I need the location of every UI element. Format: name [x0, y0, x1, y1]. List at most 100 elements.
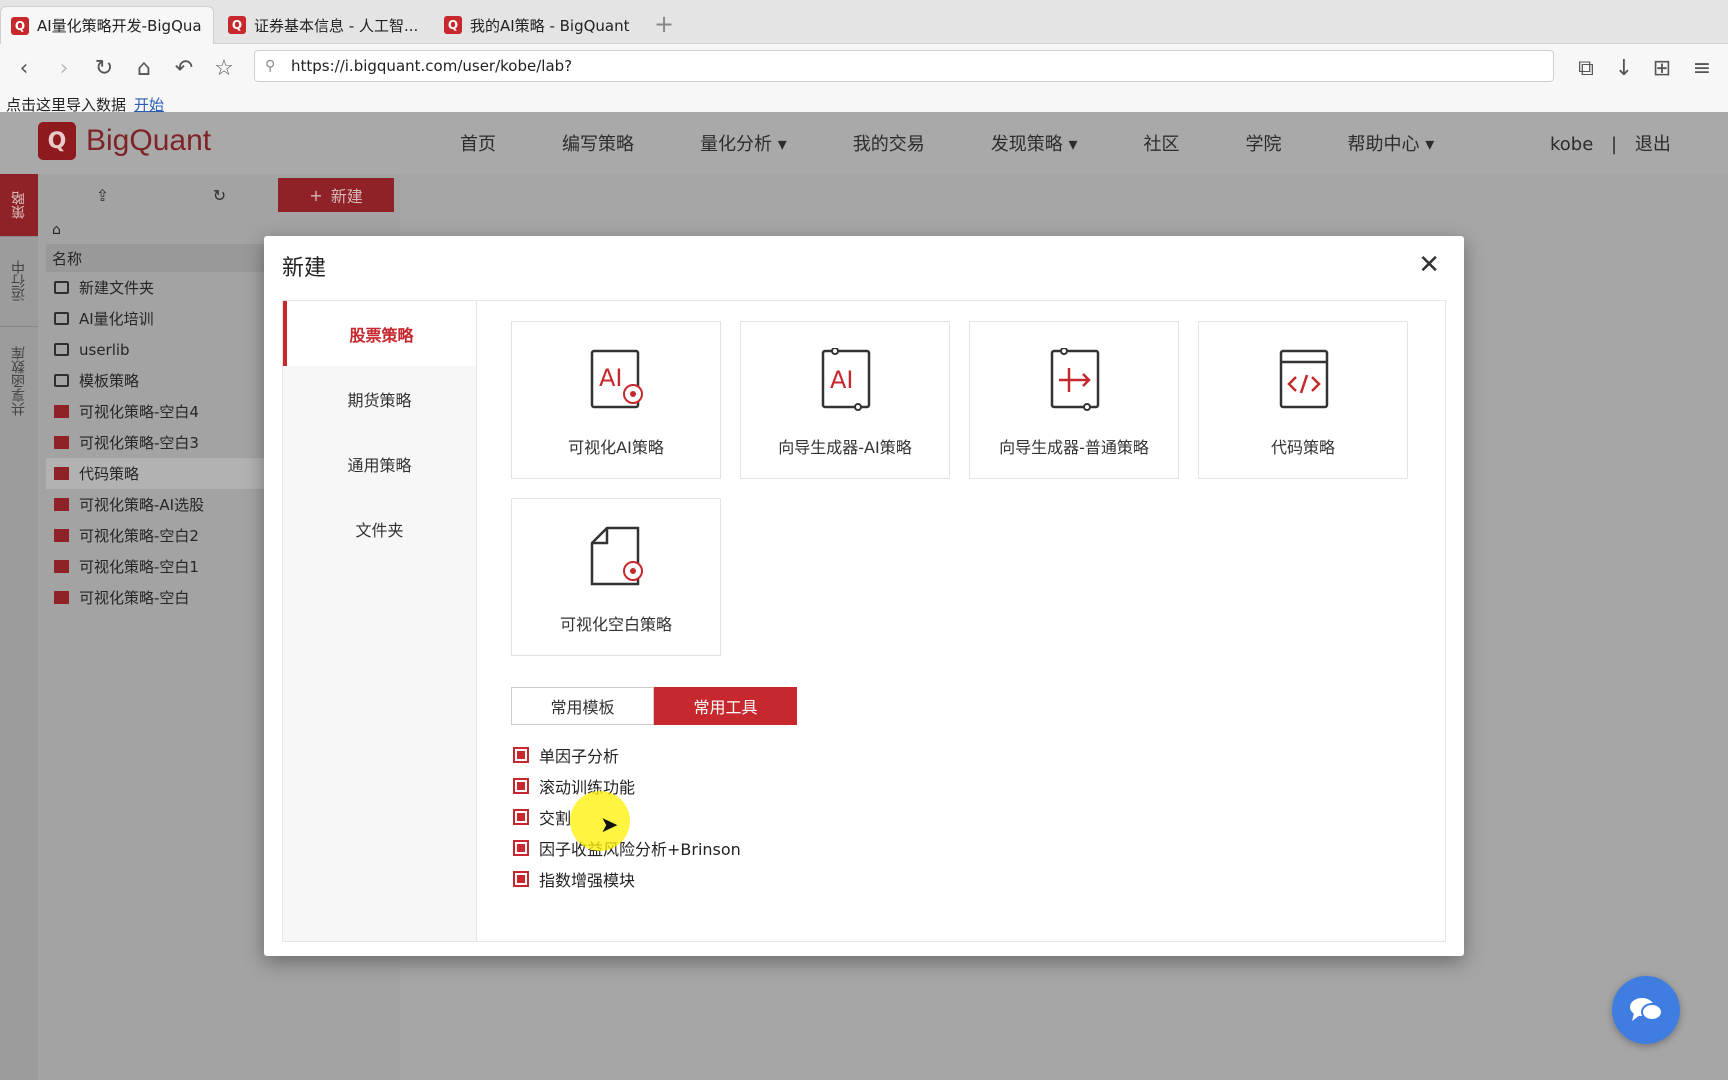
- tree-item-label: 模板策略: [79, 372, 140, 390]
- strategy-file-icon: [54, 591, 69, 604]
- reload-icon[interactable]: ↻: [88, 52, 120, 84]
- star-icon[interactable]: ☆: [208, 52, 240, 84]
- tree-item[interactable]: AI量化培训: [46, 303, 280, 334]
- strategy-file-icon: [54, 405, 69, 418]
- strategy-file-icon: [54, 498, 69, 511]
- mouse-pointer-icon: ➤: [600, 813, 619, 838]
- bigquant-favicon-icon: Q: [444, 16, 462, 34]
- tree-item-label: 新建文件夹: [79, 279, 155, 297]
- tool-item[interactable]: 单因子分析: [513, 739, 741, 770]
- browser-tab-3[interactable]: Q 我的AI策略 - BigQuant: [434, 6, 644, 44]
- new-button[interactable]: + 新建: [278, 178, 394, 212]
- tab-common-templates[interactable]: 常用模板: [511, 687, 654, 725]
- url-text: https://i.bigquant.com/user/kobe/lab?: [291, 57, 573, 75]
- tool-label: 因子收益风险分析+Brinson: [539, 839, 741, 859]
- tree-item[interactable]: 可视化策略-空白3: [46, 427, 280, 458]
- divider: |: [1611, 134, 1618, 155]
- tree-item-label: AI量化培训: [79, 310, 154, 328]
- user-area: kobe | 退出: [1550, 130, 1671, 156]
- home-icon[interactable]: ⌂: [128, 52, 160, 84]
- back-icon[interactable]: ‹: [8, 52, 40, 84]
- tool-item[interactable]: 滚动训练功能: [513, 770, 741, 801]
- card-visual-ai[interactable]: AI 可视化AI策略: [511, 321, 721, 479]
- tree-item[interactable]: 可视化策略-空白4: [46, 396, 280, 427]
- nav-home[interactable]: 首页: [460, 130, 496, 156]
- card-wizard-normal[interactable]: 向导生成器-普通策略: [969, 321, 1179, 479]
- template-tool-toggle: 常用模板 常用工具: [511, 687, 797, 725]
- tree-item[interactable]: 可视化策略-空白1: [46, 551, 280, 582]
- card-label: 可视化AI策略: [568, 438, 664, 457]
- category-general[interactable]: 通用策略: [283, 431, 476, 496]
- undo-icon[interactable]: ↶: [168, 52, 200, 84]
- card-code[interactable]: 代码策略: [1198, 321, 1408, 479]
- column-header-name[interactable]: 名称: [46, 244, 280, 272]
- tool-label: 指数增强模块: [539, 870, 636, 890]
- browser-tab-bar: Q AI量化策略开发-BigQua... Q 证券基本信息 - 人工智... Q…: [0, 0, 1728, 44]
- card-visual-blank[interactable]: 可视化空白策略: [511, 498, 721, 656]
- tree-item[interactable]: 可视化策略-空白2: [46, 520, 280, 551]
- home-icon[interactable]: ⌂: [52, 222, 61, 238]
- strategy-file-icon: [54, 529, 69, 542]
- tree-item-label: 可视化策略-AI选股: [79, 496, 205, 514]
- tab-title: 我的AI策略 - BigQuant: [470, 16, 630, 35]
- menu-icon[interactable]: ≡: [1686, 52, 1718, 84]
- vtab-strategy[interactable]: 策略: [0, 174, 38, 236]
- nav-write-strategy[interactable]: 编写策略: [562, 130, 634, 156]
- tab-common-tools[interactable]: 常用工具: [654, 687, 797, 725]
- nav-community[interactable]: 社区: [1144, 130, 1180, 156]
- vtab-shared-lib[interactable]: 共享函数库: [0, 326, 38, 436]
- card-wizard-ai[interactable]: AI 向导生成器-AI策略: [740, 321, 950, 479]
- folder-icon: [54, 281, 69, 294]
- strategy-file-icon: [513, 808, 529, 825]
- tool-item[interactable]: 因子收益风险分析+Brinson: [513, 832, 741, 863]
- strategy-file-icon: [513, 839, 529, 856]
- tree-item[interactable]: userlib: [46, 334, 280, 365]
- main-nav: 首页 编写策略 量化分析 ▾ 我的交易 发现策略 ▾ 社区 学院 帮助中心 ▾: [460, 130, 1500, 156]
- tree-item[interactable]: 可视化策略-空白: [46, 582, 280, 613]
- upload-icon[interactable]: ⇪: [44, 178, 161, 212]
- screenshot-icon[interactable]: ⧉: [1570, 52, 1602, 84]
- address-bar[interactable]: ⚲ https://i.bigquant.com/user/kobe/lab?: [254, 50, 1554, 82]
- refresh-icon[interactable]: ↻: [161, 178, 278, 212]
- left-vertical-tabs: 策略 运行中 共享函数库: [0, 174, 38, 1080]
- folder-icon: [54, 374, 69, 387]
- close-icon[interactable]: ✕: [1418, 252, 1440, 278]
- wizard-ai-icon: AI: [821, 348, 871, 411]
- nav-help[interactable]: 帮助中心 ▾: [1348, 130, 1435, 156]
- tree-item[interactable]: 新建文件夹: [46, 272, 280, 303]
- nav-academy[interactable]: 学院: [1246, 130, 1282, 156]
- visual-blank-icon: [590, 526, 643, 586]
- category-folder[interactable]: 文件夹: [283, 496, 476, 561]
- forward-icon[interactable]: ›: [48, 52, 80, 84]
- tab-title: 证券基本信息 - 人工智...: [254, 16, 419, 35]
- tree-item[interactable]: 模板策略: [46, 365, 280, 396]
- tree-item-selected[interactable]: 代码策略: [46, 458, 280, 489]
- tool-label: 交割: [539, 808, 572, 828]
- tree-item-label: 可视化策略-空白1: [79, 558, 199, 576]
- strategy-file-icon: [54, 560, 69, 573]
- logout-link[interactable]: 退出: [1635, 134, 1671, 155]
- visual-ai-icon: AI: [590, 349, 643, 409]
- tree-item[interactable]: 可视化策略-AI选股: [46, 489, 280, 520]
- nav-my-trading[interactable]: 我的交易: [853, 130, 925, 156]
- tool-item[interactable]: 指数增强模块: [513, 863, 741, 894]
- nav-discover[interactable]: 发现策略 ▾: [991, 130, 1078, 156]
- card-label: 向导生成器-普通策略: [999, 438, 1149, 457]
- modal-title: 新建: [282, 256, 327, 281]
- download-icon[interactable]: ↓: [1608, 52, 1640, 84]
- browser-tab-1[interactable]: Q AI量化策略开发-BigQua...: [0, 6, 214, 44]
- extensions-icon[interactable]: ⊞: [1646, 52, 1678, 84]
- new-button-label: 新建: [330, 187, 363, 206]
- chat-bubble-button[interactable]: [1612, 976, 1680, 1044]
- site-logo[interactable]: Q BigQuant: [38, 122, 211, 160]
- browser-tab-2[interactable]: Q 证券基本信息 - 人工智...: [218, 6, 430, 44]
- vtab-running[interactable]: 运行中: [0, 236, 38, 326]
- new-tab-plus-icon[interactable]: +: [654, 10, 674, 38]
- column-header-label: 名称: [52, 249, 83, 268]
- category-stock[interactable]: 股票策略: [283, 301, 476, 366]
- category-futures[interactable]: 期货策略: [283, 366, 476, 431]
- username[interactable]: kobe: [1550, 134, 1593, 155]
- nav-quant-analysis[interactable]: 量化分析 ▾: [700, 130, 787, 156]
- strategy-file-icon: [513, 746, 529, 763]
- logo-text: BigQuant: [86, 124, 212, 157]
